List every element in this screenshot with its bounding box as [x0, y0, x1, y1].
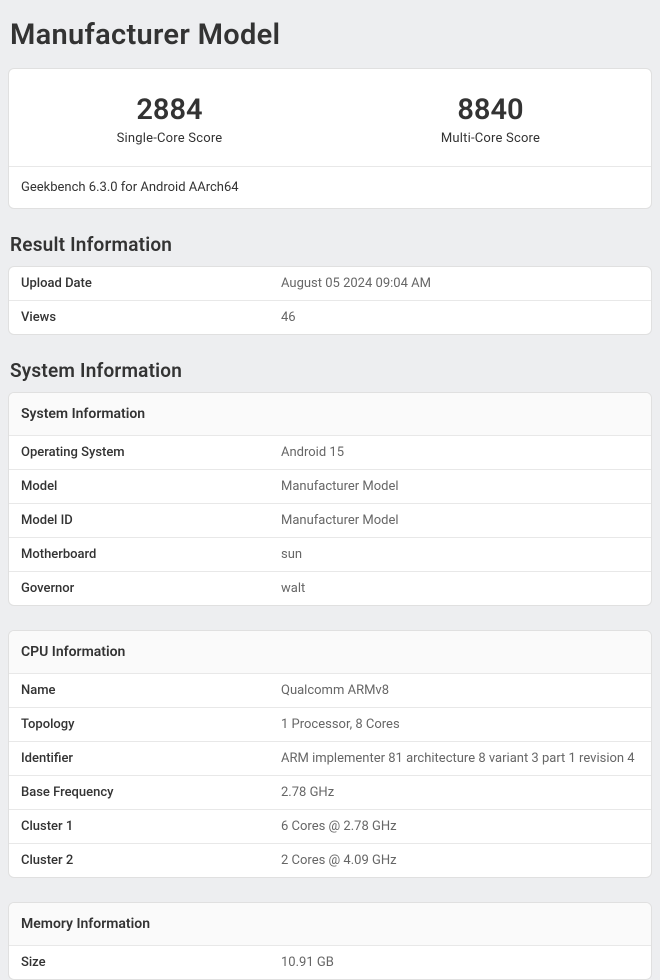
table-header: System Information	[9, 393, 651, 436]
table-row: Cluster 2 2 Cores @ 4.09 GHz	[9, 844, 651, 877]
system-info-heading: System Information	[0, 359, 660, 392]
row-val: 2.78 GHz	[281, 785, 639, 800]
single-core-value: 2884	[9, 93, 330, 127]
table-row: Identifier ARM implementer 81 architectu…	[9, 742, 651, 776]
multi-core-cell: 8840 Multi-Core Score	[330, 69, 651, 166]
row-val: ARM implementer 81 architecture 8 varian…	[281, 751, 639, 766]
row-val: 6 Cores @ 2.78 GHz	[281, 819, 639, 834]
row-val: August 05 2024 09:04 AM	[281, 276, 639, 291]
version-text: Geekbench 6.3.0 for Android AArch64	[9, 166, 651, 208]
single-core-label: Single-Core Score	[9, 131, 330, 146]
row-val: Manufacturer Model	[281, 479, 639, 494]
table-row: Model ID Manufacturer Model	[9, 504, 651, 538]
row-val: walt	[281, 581, 639, 596]
row-key: Governor	[21, 581, 281, 596]
multi-core-label: Multi-Core Score	[330, 131, 651, 146]
multi-core-value: 8840	[330, 93, 651, 127]
table-header: CPU Information	[9, 631, 651, 674]
row-key: Motherboard	[21, 547, 281, 562]
result-info-heading: Result Information	[0, 233, 660, 266]
row-key: Cluster 2	[21, 853, 281, 868]
row-key: Cluster 1	[21, 819, 281, 834]
row-key: Size	[21, 955, 281, 970]
row-val: 1 Processor, 8 Cores	[281, 717, 639, 732]
table-row: Governor walt	[9, 572, 651, 605]
row-val: 2 Cores @ 4.09 GHz	[281, 853, 639, 868]
scores-row: 2884 Single-Core Score 8840 Multi-Core S…	[9, 69, 651, 166]
row-val: Android 15	[281, 445, 639, 460]
row-key: Views	[21, 310, 281, 325]
table-row: Size 10.91 GB	[9, 946, 651, 979]
table-row: Operating System Android 15	[9, 436, 651, 470]
table-row: Upload Date August 05 2024 09:04 AM	[9, 267, 651, 301]
table-row: Views 46	[9, 301, 651, 334]
row-key: Base Frequency	[21, 785, 281, 800]
scores-card: 2884 Single-Core Score 8840 Multi-Core S…	[8, 68, 652, 209]
table-row: Name Qualcomm ARMv8	[9, 674, 651, 708]
page-title: Manufacturer Model	[0, 0, 660, 68]
row-val: sun	[281, 547, 639, 562]
memory-info-table: Memory Information Size 10.91 GB	[8, 902, 652, 980]
row-key: Name	[21, 683, 281, 698]
cpu-info-table: CPU Information Name Qualcomm ARMv8 Topo…	[8, 630, 652, 878]
row-key: Model	[21, 479, 281, 494]
table-row: Base Frequency 2.78 GHz	[9, 776, 651, 810]
table-header: Memory Information	[9, 903, 651, 946]
result-info-table: Upload Date August 05 2024 09:04 AM View…	[8, 266, 652, 335]
row-val: 46	[281, 310, 639, 325]
row-key: Identifier	[21, 751, 281, 766]
single-core-cell: 2884 Single-Core Score	[9, 69, 330, 166]
row-key: Topology	[21, 717, 281, 732]
table-row: Motherboard sun	[9, 538, 651, 572]
row-key: Operating System	[21, 445, 281, 460]
row-key: Upload Date	[21, 276, 281, 291]
table-row: Model Manufacturer Model	[9, 470, 651, 504]
table-row: Cluster 1 6 Cores @ 2.78 GHz	[9, 810, 651, 844]
row-val: Qualcomm ARMv8	[281, 683, 639, 698]
row-key: Model ID	[21, 513, 281, 528]
table-row: Topology 1 Processor, 8 Cores	[9, 708, 651, 742]
row-val: 10.91 GB	[281, 955, 639, 970]
system-info-table: System Information Operating System Andr…	[8, 392, 652, 606]
row-val: Manufacturer Model	[281, 513, 639, 528]
